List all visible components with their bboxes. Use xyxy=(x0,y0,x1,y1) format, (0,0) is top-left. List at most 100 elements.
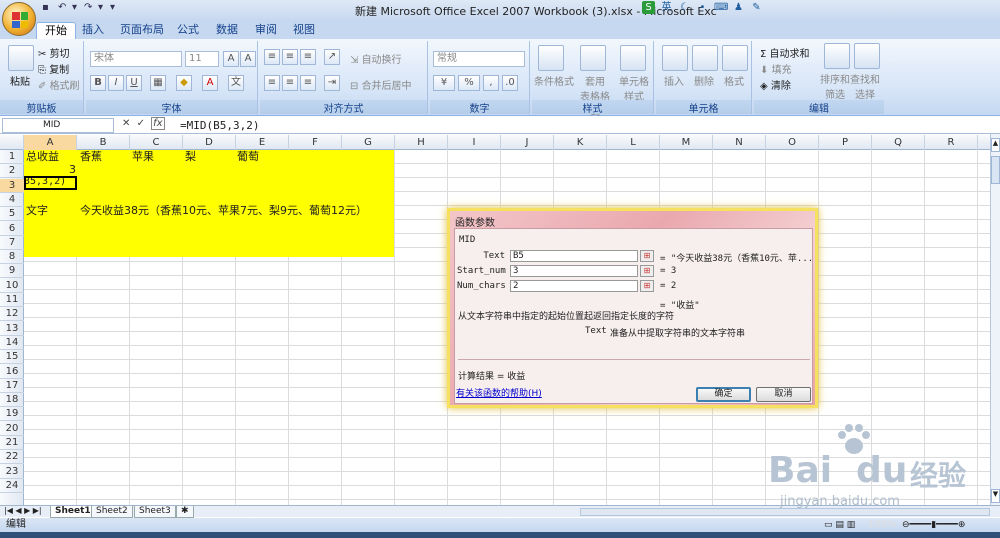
arg-text-input[interactable]: B5 xyxy=(510,250,638,262)
clear-button[interactable]: ◈ 清除 xyxy=(760,77,791,92)
format-cells-icon[interactable] xyxy=(722,45,748,71)
column-header[interactable]: F xyxy=(289,135,342,150)
sheet-tab-2[interactable]: Sheet2 xyxy=(91,506,133,518)
function-help-link[interactable]: 有关该函数的帮助(H) xyxy=(456,386,542,399)
font-color-icon[interactable]: A xyxy=(202,75,218,91)
column-header[interactable]: D xyxy=(183,135,236,150)
delete-cells-button[interactable]: 删除 xyxy=(694,73,714,88)
shrink-font-icon[interactable]: A xyxy=(240,51,256,67)
currency-icon[interactable]: ¥ xyxy=(433,75,455,91)
row-header[interactable]: 22 xyxy=(0,450,24,465)
cell-a5[interactable]: 文字 xyxy=(26,204,48,218)
office-button[interactable] xyxy=(2,2,36,36)
font-name-select[interactable]: 宋体 xyxy=(90,51,182,67)
row-header[interactable]: 10 xyxy=(0,279,24,293)
delete-cells-icon[interactable] xyxy=(692,45,718,71)
paste-button[interactable]: 粘贴 xyxy=(10,73,30,88)
align-middle-icon[interactable]: ≡ xyxy=(282,49,298,65)
row-header[interactable]: 6 xyxy=(0,222,24,236)
sort-filter-icon[interactable] xyxy=(824,43,850,69)
vertical-scrollbar[interactable]: ▲ ▼ xyxy=(990,134,1000,505)
table-format-icon[interactable] xyxy=(580,45,606,71)
tab-review[interactable]: 审阅 xyxy=(255,22,277,39)
cell-style-button[interactable]: 单元格 样式 xyxy=(618,73,650,103)
find-select-icon[interactable] xyxy=(854,43,880,69)
underline-button[interactable]: U xyxy=(126,75,142,91)
sheet-nav-icon[interactable]: |◀ ◀ ▶ ▶| xyxy=(4,506,42,515)
find-select-button[interactable]: 查找和 选择 xyxy=(850,71,880,101)
column-header[interactable]: B xyxy=(77,135,130,150)
column-header[interactable]: C xyxy=(130,135,183,150)
cut-button[interactable]: ✂ 剪切 xyxy=(38,45,70,60)
align-bottom-icon[interactable]: ≡ xyxy=(300,49,316,65)
orientation-icon[interactable]: ↗ xyxy=(324,49,340,65)
user-icon[interactable]: ♟ xyxy=(732,1,745,14)
insert-cells-icon[interactable] xyxy=(662,45,688,71)
sheet-tab-1[interactable]: Sheet1 xyxy=(50,506,96,518)
collapse-dialog-icon[interactable]: ⊞ xyxy=(640,265,654,277)
row-header[interactable]: 14 xyxy=(0,336,24,350)
phonetic-button[interactable]: 文 xyxy=(228,75,244,91)
paste-icon[interactable] xyxy=(8,45,34,71)
insert-function-button[interactable]: fx xyxy=(151,117,165,130)
insert-cells-button[interactable]: 插入 xyxy=(664,73,684,88)
enter-entry-icon[interactable]: ✓ xyxy=(137,118,145,129)
scroll-down-icon[interactable]: ▼ xyxy=(991,489,1000,503)
row-header[interactable]: 13 xyxy=(0,322,24,336)
column-header[interactable]: N xyxy=(713,135,766,150)
column-header[interactable]: R xyxy=(925,135,978,150)
row-header[interactable]: 11 xyxy=(0,293,24,307)
name-box[interactable]: MID xyxy=(2,118,114,133)
autosum-button[interactable]: Σ 自动求和 xyxy=(760,45,810,60)
align-top-icon[interactable]: ≡ xyxy=(264,49,280,65)
row-header[interactable]: 18 xyxy=(0,393,24,408)
comma-button[interactable]: , xyxy=(483,75,499,91)
moon-icon[interactable]: ☾ xyxy=(678,1,691,14)
collapse-dialog-icon[interactable]: ⊞ xyxy=(640,250,654,262)
align-right-icon[interactable]: ≡ xyxy=(300,75,316,91)
indent-icon[interactable]: ⇥ xyxy=(324,75,340,91)
scroll-up-icon[interactable]: ▲ xyxy=(991,138,1000,152)
select-all-corner[interactable] xyxy=(0,135,24,150)
cell-e1[interactable]: 葡萄 xyxy=(237,150,259,164)
row-header[interactable]: 19 xyxy=(0,407,24,422)
fill-color-icon[interactable]: ◆ xyxy=(176,75,192,91)
formula-input[interactable]: =MID(B5,3,2) xyxy=(180,118,259,133)
undo-icon[interactable]: ↶ xyxy=(58,2,66,16)
row-header[interactable]: 5 xyxy=(0,207,24,222)
wrap-text-button[interactable]: ⇲ 自动换行 xyxy=(350,51,402,66)
undo-dropdown-icon[interactable]: ▾ xyxy=(72,2,77,16)
column-header[interactable]: M xyxy=(660,135,713,150)
sort-filter-button[interactable]: 排序和 筛选 xyxy=(820,71,850,101)
redo-dropdown-icon[interactable]: ▾ xyxy=(98,2,103,16)
new-sheet-icon[interactable]: ✱ xyxy=(176,506,194,518)
column-header[interactable]: O xyxy=(766,135,819,150)
tab-view[interactable]: 视图 xyxy=(293,22,315,39)
cell-a1[interactable]: 总收益 xyxy=(26,150,59,164)
row-header[interactable]: 1 xyxy=(0,150,24,164)
row-header[interactable]: 2 xyxy=(0,164,24,179)
cell-d1[interactable]: 梨 xyxy=(185,150,196,164)
arg-start-input[interactable]: 3 xyxy=(510,265,638,277)
bold-button[interactable]: B xyxy=(90,75,106,91)
percent-button[interactable]: % xyxy=(458,75,480,91)
cell-c1[interactable]: 苹果 xyxy=(132,150,154,164)
row-header[interactable]: 24 xyxy=(0,479,24,493)
row-header[interactable]: 8 xyxy=(0,250,24,265)
wrench-icon[interactable]: ✎ xyxy=(750,1,763,14)
column-header[interactable]: J xyxy=(501,135,554,150)
row-header[interactable]: 9 xyxy=(0,264,24,279)
zoom-level[interactable]: 100% xyxy=(868,518,897,532)
column-header[interactable]: H xyxy=(395,135,448,150)
row-header[interactable]: 4 xyxy=(0,193,24,207)
column-header[interactable]: K xyxy=(554,135,607,150)
conditional-format-icon[interactable] xyxy=(538,45,564,71)
dot-icon[interactable]: • xyxy=(696,1,709,14)
row-header[interactable]: 17 xyxy=(0,379,24,393)
increase-decimal-icon[interactable]: .0 xyxy=(502,75,518,91)
column-header[interactable]: L xyxy=(607,135,660,150)
collapse-dialog-icon[interactable]: ⊞ xyxy=(640,280,654,292)
column-header[interactable]: Q xyxy=(872,135,925,150)
sheet-tab-3[interactable]: Sheet3 xyxy=(134,506,176,518)
row-header[interactable]: 21 xyxy=(0,436,24,450)
